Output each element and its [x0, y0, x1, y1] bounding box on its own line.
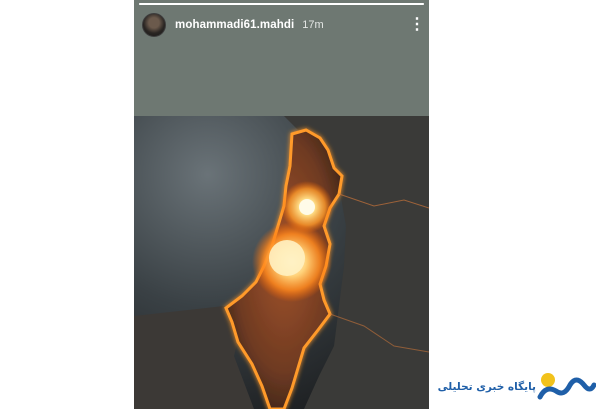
explosion-large-core — [269, 240, 305, 276]
story-time: 17m — [302, 19, 324, 31]
fiery-map-illustration — [134, 116, 429, 409]
story-progress-fill — [139, 3, 424, 5]
avatar[interactable] — [142, 13, 166, 37]
more-vertical-icon[interactable]: ⋮ — [409, 17, 425, 33]
username[interactable]: mohammadi61.mahdi — [175, 19, 294, 31]
news-agency-watermark: پایگاه خبری تحلیلی — [438, 371, 598, 405]
explosion-small-core — [299, 199, 315, 215]
news-agency-logo — [537, 373, 596, 400]
story-header: mohammadi61.mahdi 17m ⋮ — [142, 12, 425, 38]
instagram-story[interactable]: mohammadi61.mahdi 17m ⋮ — [134, 0, 429, 409]
story-progress-bar — [139, 3, 424, 5]
story-image — [134, 116, 429, 409]
watermark-text: پایگاه خبری تحلیلی — [437, 381, 536, 393]
